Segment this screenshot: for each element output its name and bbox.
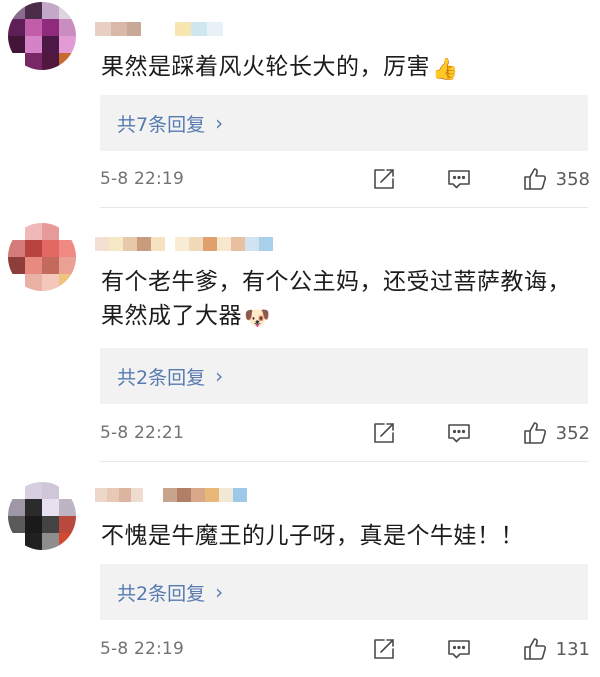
comment-actions: 131 [371, 636, 590, 662]
comment-meta: 5-8 22:19 [100, 165, 590, 193]
avatar[interactable] [8, 2, 76, 70]
avatar[interactable] [8, 482, 76, 550]
username-redacted[interactable] [95, 488, 247, 502]
comment-actions: 358 [371, 166, 590, 192]
chevron-right-icon: › [215, 364, 224, 388]
comment-item: 果然是踩着风火轮长大的，厉害👍 共7条回复 › 5-8 22:19 358 [0, 0, 600, 208]
username-redacted[interactable] [95, 22, 223, 36]
view-replies-button[interactable]: 共7条回复 › [100, 95, 588, 151]
view-replies-button[interactable]: 共2条回复 › [100, 564, 588, 620]
comment-feed: 果然是踩着风火轮长大的，厉害👍 共7条回复 › 5-8 22:19 358 有个… [0, 0, 600, 677]
like-count: 352 [555, 422, 590, 444]
like-button[interactable]: 358 [522, 166, 590, 192]
like-button[interactable]: 131 [522, 636, 590, 662]
comment-icon[interactable] [446, 420, 472, 446]
share-icon[interactable] [371, 420, 397, 446]
comment-icon[interactable] [446, 636, 472, 662]
like-count: 358 [555, 168, 590, 190]
thumbs-up-icon [522, 166, 548, 192]
dog-face-emoji: 🐶 [244, 306, 271, 330]
comment-text: 有个老牛爹，有个公主妈，还受过菩萨教诲，果然成了大器🐶 [101, 269, 571, 330]
chevron-right-icon: › [215, 580, 224, 604]
comment-actions: 352 [371, 420, 590, 446]
thumbs-up-emoji: 👍 [432, 57, 459, 81]
share-icon[interactable] [371, 166, 397, 192]
comment-icon[interactable] [446, 166, 472, 192]
like-count: 131 [555, 638, 590, 660]
share-icon[interactable] [371, 636, 397, 662]
view-replies-button[interactable]: 共2条回复 › [100, 348, 588, 404]
thumbs-up-icon [522, 420, 548, 446]
timestamp: 5-8 22:19 [100, 639, 184, 659]
timestamp: 5-8 22:19 [100, 169, 184, 189]
reply-summary-label: 共2条回复 [117, 582, 206, 605]
chevron-right-icon: › [215, 111, 224, 135]
comment-text: 不愧是牛魔王的儿子呀，真是个牛娃！！ [101, 523, 524, 549]
comment-item: 不愧是牛魔王的儿子呀，真是个牛娃！！ 共2条回复 › 5-8 22:19 131 [0, 462, 600, 677]
comment-meta: 5-8 22:21 352 [100, 419, 590, 447]
comment-item: 有个老牛爹，有个公主妈，还受过菩萨教诲，果然成了大器🐶 共2条回复 › 5-8 … [0, 208, 600, 462]
comment-meta: 5-8 22:19 [100, 635, 590, 663]
reply-summary-label: 共7条回复 [117, 113, 206, 136]
timestamp: 5-8 22:21 [100, 423, 184, 443]
comment-text: 果然是踩着风火轮长大的，厉害👍 [101, 54, 459, 81]
reply-summary-label: 共2条回复 [117, 366, 206, 389]
avatar[interactable] [8, 223, 76, 291]
username-redacted[interactable] [95, 237, 273, 251]
like-button[interactable]: 352 [522, 420, 590, 446]
thumbs-up-icon [522, 636, 548, 662]
